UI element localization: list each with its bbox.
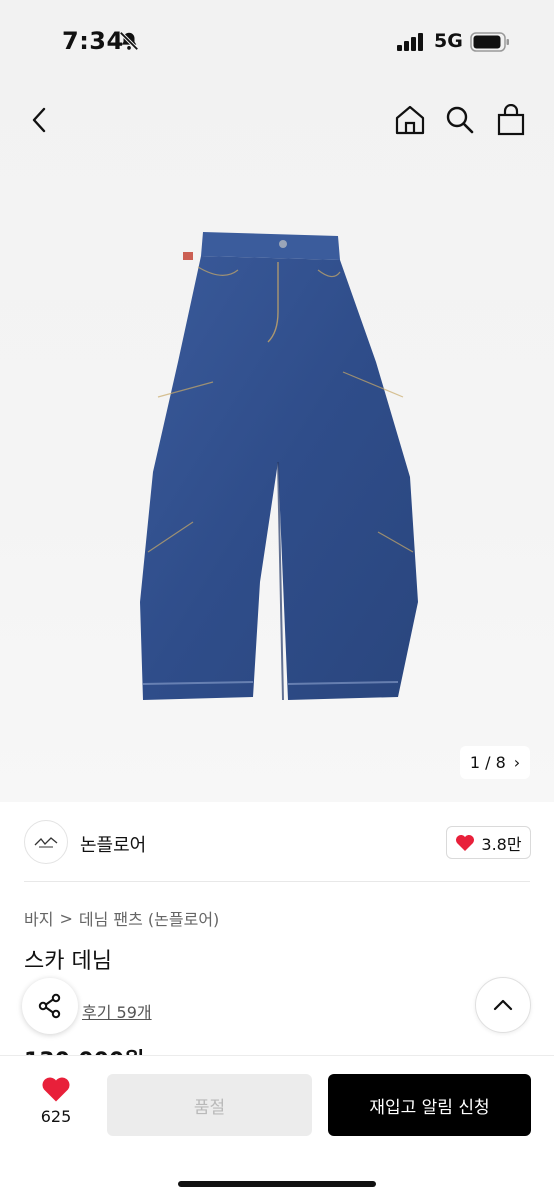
brand-like-button[interactable]: 3.8만 xyxy=(446,826,531,859)
wishlist-button[interactable]: 625 xyxy=(30,1076,82,1126)
brand-name[interactable]: 논플로어 xyxy=(80,831,146,857)
heart-icon xyxy=(42,1077,70,1102)
wishlist-count: 625 xyxy=(40,1107,72,1126)
shopping-bag-icon xyxy=(497,104,525,136)
signal-icon xyxy=(397,33,423,51)
restock-alert-button[interactable]: 재입고 알림 신청 xyxy=(328,1074,531,1136)
breadcrumb-item-pants[interactable]: 바지 xyxy=(24,906,53,930)
top-nav xyxy=(0,96,554,146)
brand-like-count: 3.8만 xyxy=(481,834,522,854)
image-counter-text: 1 / 8 xyxy=(469,753,506,772)
bell-off-icon xyxy=(119,31,139,51)
reviews-link[interactable]: 후기 59개 xyxy=(82,999,152,1023)
share-button[interactable] xyxy=(22,978,78,1034)
brand-logo-icon xyxy=(34,837,58,848)
breadcrumb: 바지 > 데님 팬츠 (논플로어) xyxy=(24,906,219,930)
battery-icon xyxy=(470,32,509,52)
scroll-top-button[interactable] xyxy=(475,977,531,1033)
product-title: 스카 데님 xyxy=(24,949,112,974)
bottom-action-bar: 625 품절 재입고 알림 신청 xyxy=(0,1055,554,1200)
breadcrumb-separator: > xyxy=(59,908,73,928)
home-icon xyxy=(395,105,425,135)
status-time: 7:34 xyxy=(62,27,124,55)
network-type: 5G xyxy=(434,30,463,52)
brand-row: 논플로어 3.8만 xyxy=(0,802,554,882)
product-image-jeans[interactable] xyxy=(128,222,468,747)
home-button[interactable] xyxy=(390,100,430,140)
search-icon xyxy=(446,106,474,134)
search-button[interactable] xyxy=(440,100,480,140)
heart-icon xyxy=(456,834,475,851)
soldout-button[interactable]: 품절 xyxy=(107,1074,312,1136)
divider xyxy=(24,881,530,882)
home-indicator xyxy=(178,1181,376,1187)
status-bar: 7:34 5G xyxy=(0,0,554,84)
chevron-right-icon: › xyxy=(513,753,521,772)
back-button[interactable] xyxy=(20,100,60,140)
brand-logo[interactable] xyxy=(24,820,68,864)
image-counter[interactable]: 1 / 8 › xyxy=(460,746,530,779)
back-chevron-icon xyxy=(32,107,46,133)
cart-button[interactable] xyxy=(491,100,531,140)
share-icon xyxy=(38,993,61,1019)
chevron-up-icon xyxy=(493,999,513,1011)
breadcrumb-item-denim[interactable]: 데님 팬츠 (논플로어) xyxy=(79,906,219,930)
